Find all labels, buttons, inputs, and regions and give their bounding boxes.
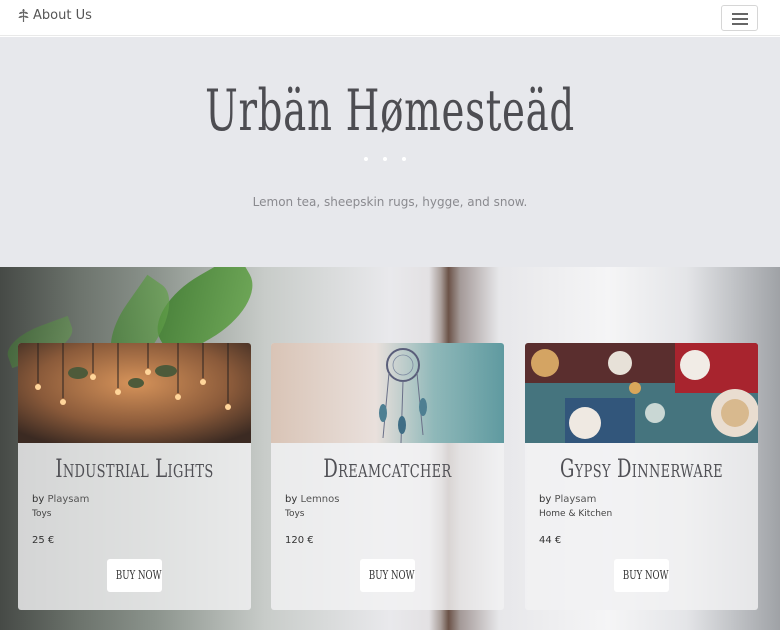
hamburger-line xyxy=(732,23,748,25)
product-title: Dreamcatcher xyxy=(323,454,452,483)
buy-now-button[interactable]: BUY NOW xyxy=(107,559,162,592)
product-maker: by Playsam xyxy=(539,494,596,505)
hero-title: Urbän Hømesteäd xyxy=(205,78,575,144)
buy-now-button[interactable]: BUY NOW xyxy=(614,559,669,592)
product-price: 25 € xyxy=(32,535,55,546)
hamburger-line xyxy=(732,18,748,20)
product-category: Home & Kitchen xyxy=(539,509,613,519)
leaf-icon xyxy=(18,9,29,22)
dot xyxy=(383,157,387,161)
buy-now-button[interactable]: BUY NOW xyxy=(360,559,415,592)
dreamcatcher-photo xyxy=(271,343,504,443)
brand-label: About Us xyxy=(33,8,92,23)
maker-name: Playsam xyxy=(47,494,90,505)
industrial-lights-image xyxy=(18,343,251,443)
product-price: 44 € xyxy=(539,535,562,546)
industrial-lights-photo xyxy=(18,343,251,443)
products-section: Industrial Lights by Playsam Toys 25 € B… xyxy=(0,267,780,630)
buy-now-label: BUY NOW xyxy=(622,568,669,582)
product-category: Toys xyxy=(32,509,52,519)
hero-subtitle: Lemon tea, sheepskin rugs, hygge, and sn… xyxy=(252,195,528,209)
gypsy-dinnerware-photo xyxy=(525,343,758,443)
navbar: About Us xyxy=(0,0,780,36)
product-card: Dreamcatcher by Lemnos Toys 120 € BUY NO… xyxy=(271,343,504,610)
maker-name: Lemnos xyxy=(300,494,340,505)
maker-name: Playsam xyxy=(554,494,597,505)
hero-section: Urbän Hømesteäd Lemon tea, sheepskin rug… xyxy=(0,37,780,267)
hero-dots-divider xyxy=(364,157,406,161)
product-card: Gypsy Dinnerware by Playsam Home & Kitch… xyxy=(525,343,758,610)
dot xyxy=(364,157,368,161)
about-us-link[interactable]: About Us xyxy=(17,8,92,23)
product-title: Industrial Lights xyxy=(55,454,214,483)
buy-now-label: BUY NOW xyxy=(368,568,415,582)
product-maker: by Playsam xyxy=(32,494,89,505)
dot xyxy=(402,157,406,161)
product-price: 120 € xyxy=(285,535,314,546)
buy-now-label: BUY NOW xyxy=(115,568,162,582)
dreamcatcher-image xyxy=(271,343,504,443)
by-prefix: by xyxy=(32,494,45,505)
menu-toggle-button[interactable] xyxy=(721,5,758,31)
product-category: Toys xyxy=(285,509,305,519)
gypsy-dinnerware-image xyxy=(525,343,758,443)
product-title: Gypsy Dinnerware xyxy=(560,454,723,483)
product-card: Industrial Lights by Playsam Toys 25 € B… xyxy=(18,343,251,610)
by-prefix: by xyxy=(285,494,298,505)
product-maker: by Lemnos xyxy=(285,494,339,505)
hamburger-menu-icon xyxy=(732,13,748,15)
by-prefix: by xyxy=(539,494,552,505)
